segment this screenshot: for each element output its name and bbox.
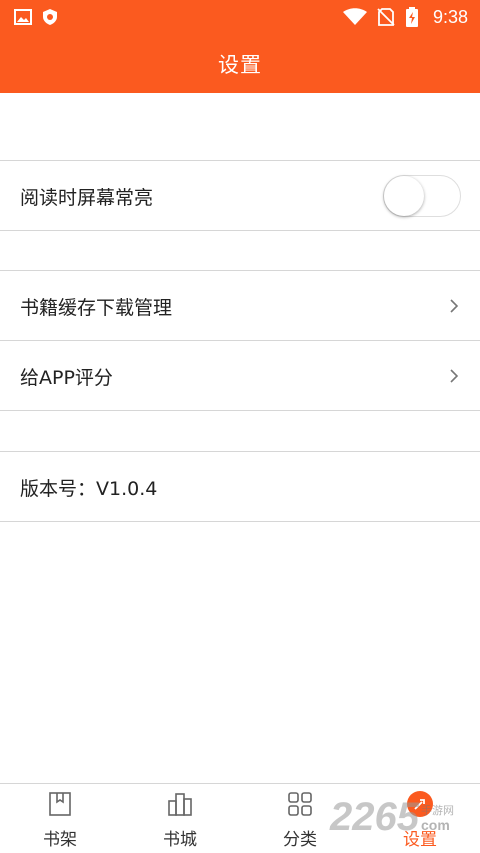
status-time: 9:38	[432, 6, 468, 27]
nav-label: 分类	[283, 830, 317, 850]
app-bar: 设置	[0, 34, 480, 93]
setting-row-keep-screen-on[interactable]: 阅读时屏幕常亮	[0, 161, 480, 231]
nav-item-settings[interactable]: 设置	[360, 784, 480, 853]
battery-charging-icon	[405, 7, 418, 27]
setting-label: 书籍缓存下载管理	[20, 296, 173, 319]
status-bar: 9:38	[0, 0, 480, 34]
chevron-right-icon	[450, 299, 459, 313]
nav-item-category[interactable]: 分类	[240, 784, 360, 853]
divider	[0, 230, 480, 231]
nav-label: 书城	[163, 830, 197, 850]
version-label: 版本号：V1.0.4	[20, 477, 158, 500]
keep-screen-on-toggle[interactable]	[383, 175, 461, 217]
nav-item-bookstore[interactable]: 书城	[120, 784, 240, 853]
page-title: 设置	[218, 52, 262, 77]
bottom-nav: 书架 书城 分类 设置	[0, 783, 480, 853]
store-icon	[168, 793, 192, 816]
wifi-icon	[342, 8, 367, 25]
settings-icon	[407, 791, 433, 817]
setting-label: 阅读时屏幕常亮	[20, 186, 154, 209]
setting-row-rate-app[interactable]: 给APP评分	[0, 341, 480, 411]
setting-row-cache-manage[interactable]: 书籍缓存下载管理	[0, 271, 480, 341]
toggle-knob	[384, 176, 424, 216]
divider	[0, 521, 480, 522]
category-grid-icon	[288, 792, 312, 816]
nav-item-bookshelf[interactable]: 书架	[0, 784, 120, 853]
setting-row-version: 版本号：V1.0.4	[0, 452, 480, 522]
divider	[0, 410, 480, 411]
shield-icon	[43, 9, 57, 25]
chevron-right-icon	[450, 369, 459, 383]
bookmark-icon	[49, 792, 71, 816]
no-sim-icon	[377, 8, 395, 26]
setting-label: 给APP评分	[20, 366, 113, 389]
image-icon	[14, 9, 32, 25]
nav-label: 设置	[403, 830, 437, 850]
nav-label: 书架	[43, 830, 77, 850]
